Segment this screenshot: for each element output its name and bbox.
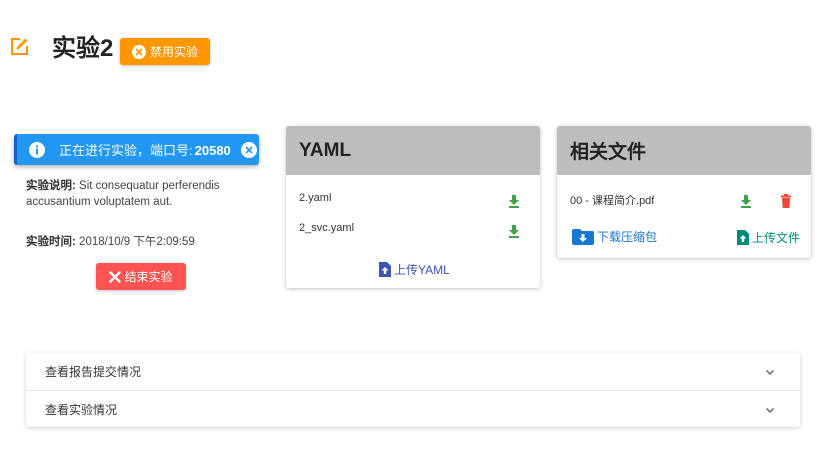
time-value: 2018/10/9 下午2:09:59 — [79, 236, 195, 248]
disable-experiment-button[interactable]: 禁用实验 — [120, 38, 210, 65]
chevron-down-icon — [765, 407, 775, 414]
status-message: 正在进行实验，端口号: 20580 — [59, 143, 231, 158]
related-files-title: 相关文件 — [557, 126, 811, 175]
delete-icon[interactable] — [779, 194, 793, 208]
yaml-card: YAML 2.yaml 2_svc.yaml 上传YAML — [286, 126, 540, 288]
download-icon[interactable] — [507, 224, 521, 238]
yaml-file-item: 2.yaml — [299, 192, 332, 204]
accordion-item-experiment-status[interactable]: 查看实验情况 — [26, 390, 800, 427]
download-zip-label: 下载压缩包 — [597, 230, 658, 244]
status-banner: 正在进行实验，端口号: 20580 — [14, 134, 259, 165]
yaml-card-title: YAML — [286, 126, 540, 175]
time-label: 实验时间: — [26, 236, 76, 248]
yaml-file-item: 2_svc.yaml — [299, 222, 355, 234]
chevron-down-icon — [765, 369, 775, 376]
status-port: 20580 — [194, 143, 231, 158]
file-item: 00 - 课程简介.pdf — [570, 195, 655, 207]
download-icon[interactable] — [739, 194, 753, 208]
upload-file-button[interactable]: 上传文件 — [737, 229, 800, 246]
disable-experiment-label: 禁用实验 — [149, 45, 198, 59]
accordion-item-label: 查看实验情况 — [45, 402, 118, 417]
accordion-item-report-submissions[interactable]: 查看报告提交情况 — [26, 353, 800, 390]
file-upload-icon — [379, 262, 391, 277]
end-experiment-button[interactable]: 结束实验 — [96, 263, 186, 290]
page-title: 实验2 — [52, 35, 114, 62]
related-files-card: 相关文件 00 - 课程简介.pdf 下载压缩包 上传文件 — [557, 126, 811, 258]
experiment-time: 实验时间: 2018/10/9 下午2:09:59 — [26, 234, 195, 250]
upload-yaml-label: 上传YAML — [394, 263, 450, 277]
end-experiment-label: 结束实验 — [124, 270, 173, 284]
upload-yaml-button[interactable]: 上传YAML — [379, 261, 450, 278]
accordion: 查看报告提交情况 查看实验情况 — [26, 353, 800, 427]
folder-download-icon — [572, 228, 594, 245]
experiment-description: 实验说明: Sit consequatur perferendis accusa… — [26, 178, 256, 210]
close-icon — [109, 270, 122, 283]
info-icon — [29, 141, 45, 158]
description-label: 实验说明: — [26, 180, 76, 192]
close-circle-icon — [131, 44, 146, 59]
upload-file-label: 上传文件 — [752, 231, 801, 245]
download-zip-button[interactable]: 下载压缩包 — [572, 228, 657, 245]
accordion-item-label: 查看报告提交情况 — [45, 365, 142, 379]
edit-icon — [11, 38, 28, 55]
close-banner-icon[interactable] — [240, 141, 257, 158]
file-upload-icon — [737, 230, 749, 245]
download-icon[interactable] — [507, 194, 521, 208]
